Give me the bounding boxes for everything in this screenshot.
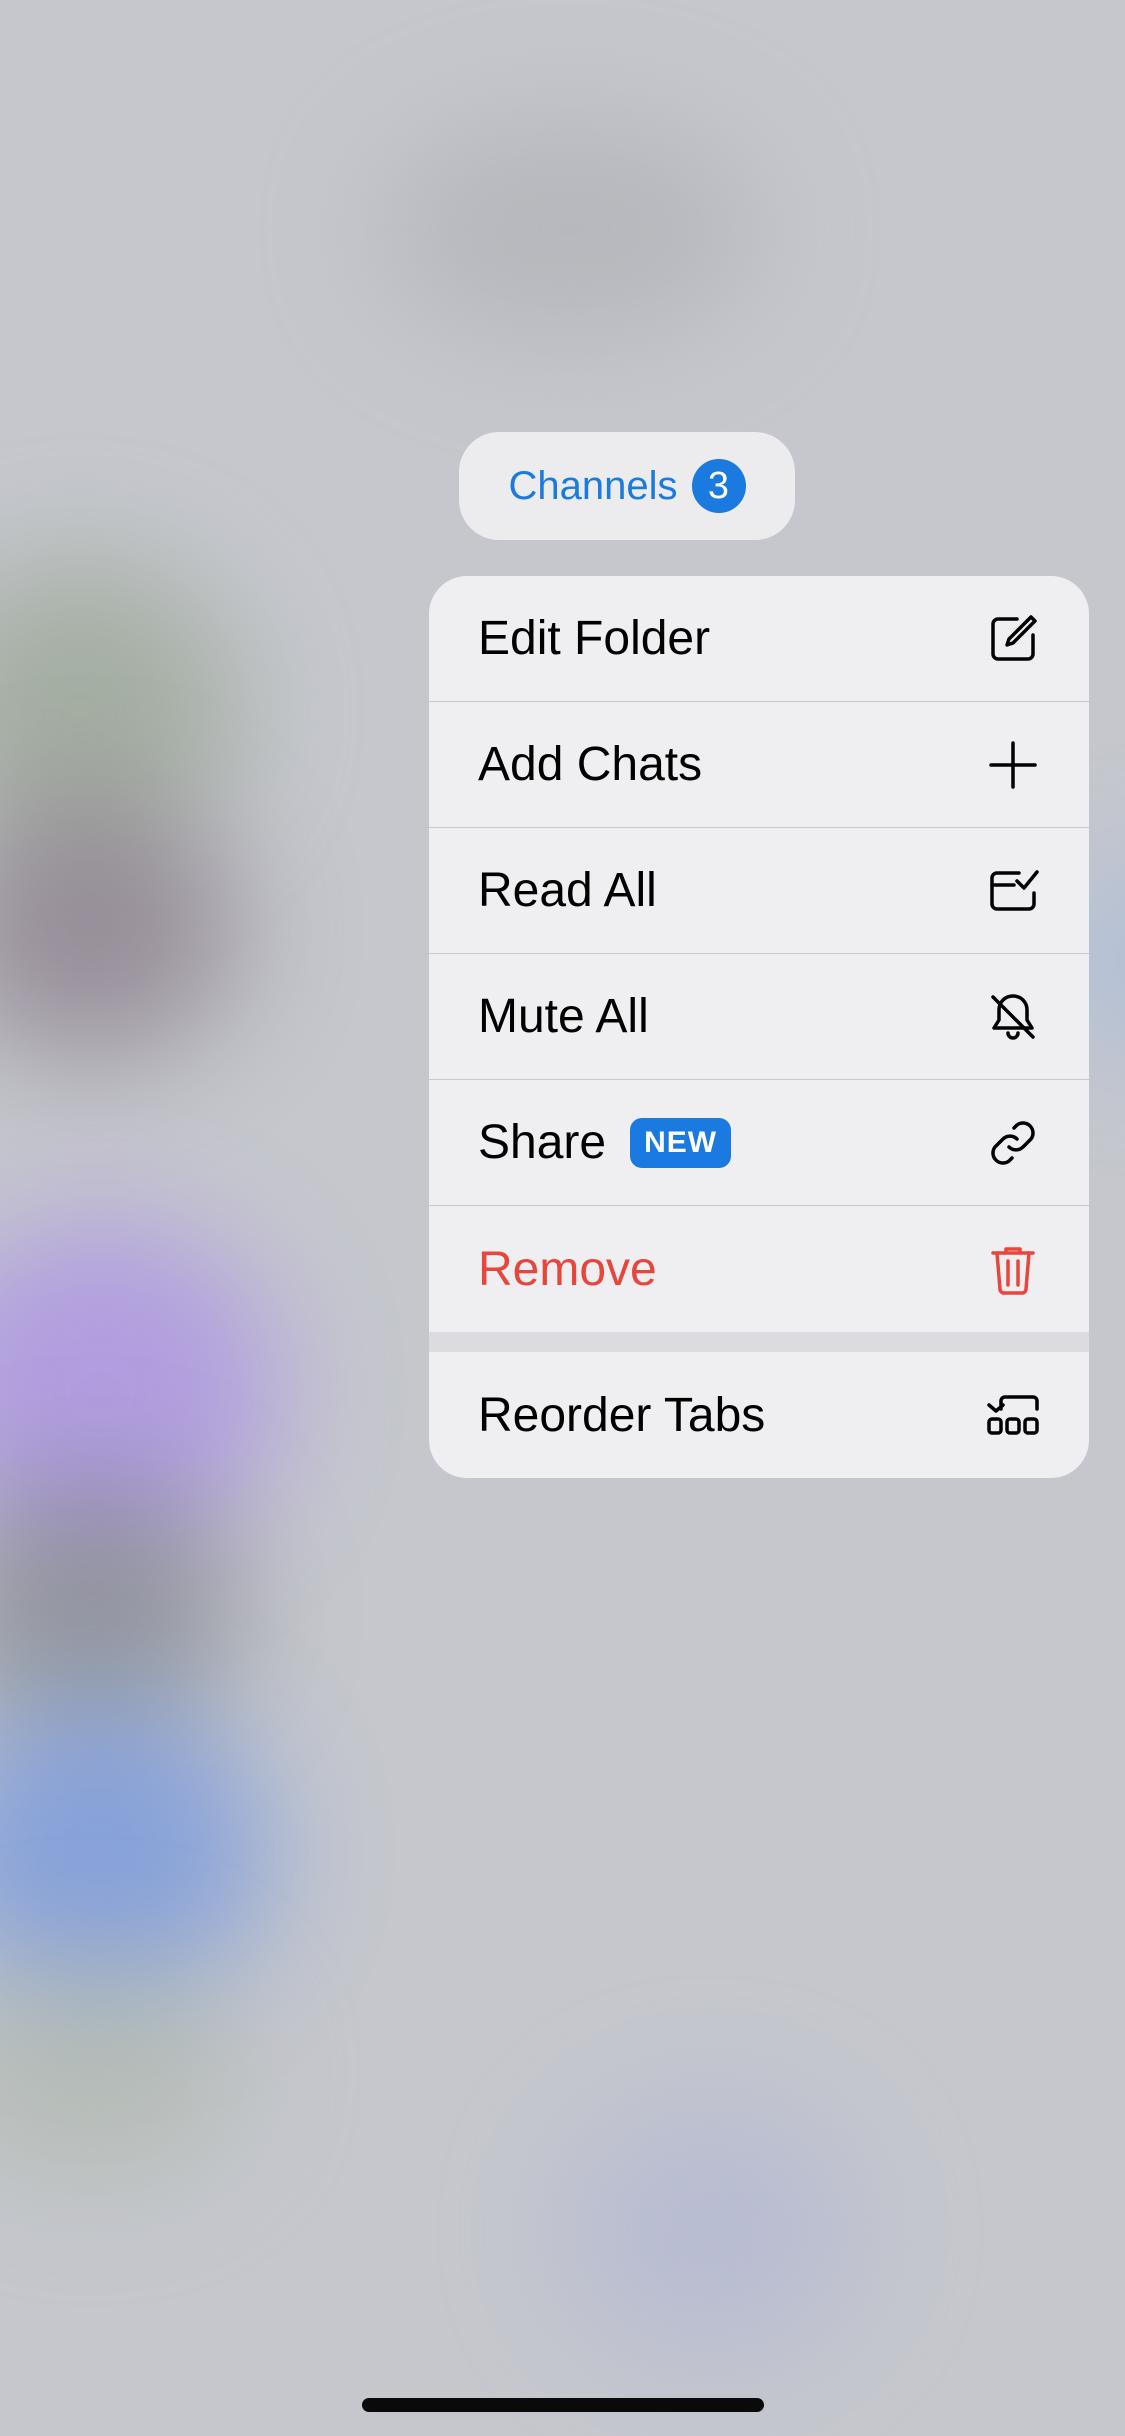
menu-item-label: Remove [478,1242,657,1296]
edit-icon [985,611,1041,667]
menu-item-label: Mute All [478,990,649,1043]
menu-item-add-chats[interactable]: Add Chats [429,702,1089,828]
unread-count-badge: 3 [691,459,746,513]
menu-item-read-all[interactable]: Read All [429,828,1089,954]
context-menu: Edit Folder Add Chats Read All Mute All [429,576,1089,1478]
read-all-icon [985,863,1041,919]
menu-item-share-label-group: Share NEW [478,1115,985,1170]
menu-item-label: Reorder Tabs [478,1388,766,1442]
menu-item-reorder-tabs[interactable]: Reorder Tabs [429,1352,1089,1478]
menu-item-label: Share [478,1116,607,1169]
bell-slash-icon [985,989,1041,1045]
trash-icon [985,1241,1041,1297]
plus-icon [985,737,1041,793]
menu-item-edit-folder[interactable]: Edit Folder [429,576,1089,702]
menu-item-label: Read All [478,864,657,917]
menu-item-remove[interactable]: Remove [429,1206,1089,1332]
link-icon [985,1115,1041,1171]
menu-item-label: Edit Folder [478,612,711,665]
menu-item-share[interactable]: Share NEW [429,1080,1089,1206]
reorder-tabs-icon [985,1387,1041,1443]
folder-tab-label: Channels [508,463,678,508]
menu-item-label: Add Chats [478,738,703,791]
home-indicator[interactable] [362,2398,764,2412]
new-badge: NEW [630,1117,732,1168]
menu-item-mute-all[interactable]: Mute All [429,954,1089,1080]
menu-separator [429,1332,1089,1352]
folder-tab-channels[interactable]: Channels 3 [459,432,795,540]
